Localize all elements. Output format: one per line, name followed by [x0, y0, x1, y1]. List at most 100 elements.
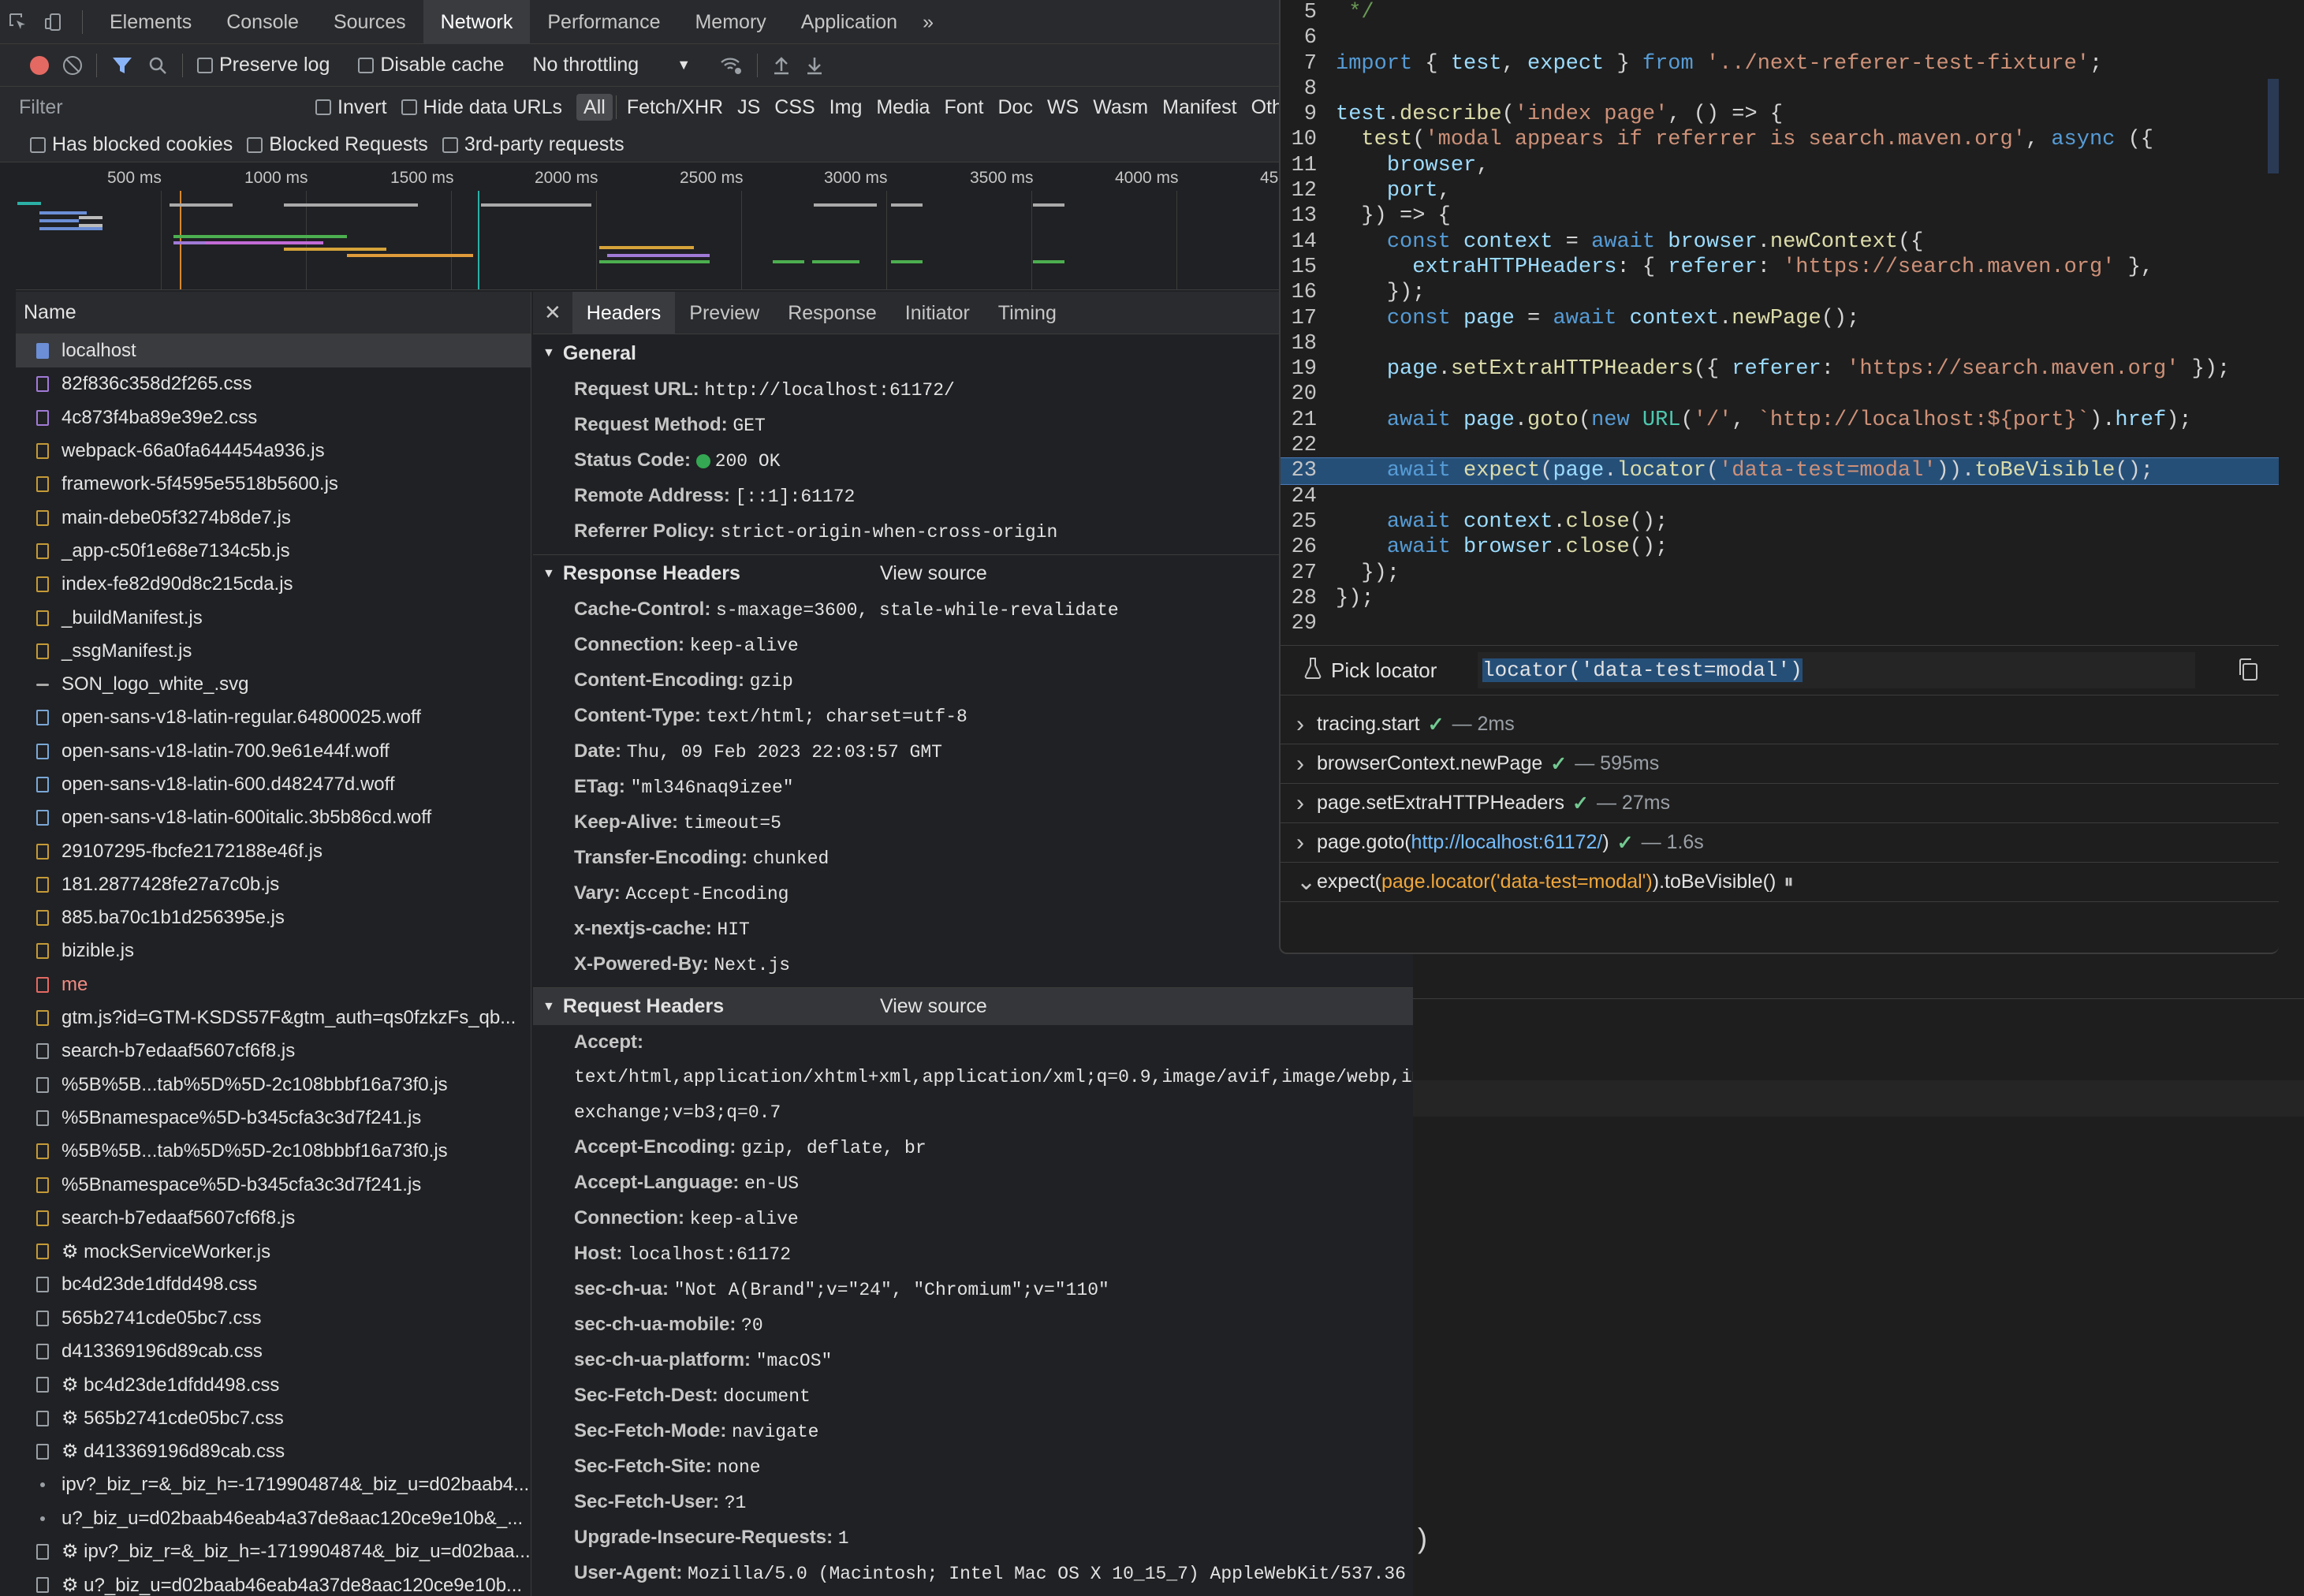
request-row[interactable]: search-b7edaaf5607cf6f8.js [16, 1202, 531, 1235]
request-row[interactable]: 82f836c358d2f265.css [16, 367, 531, 401]
request-row[interactable]: 29107295-fbcfe2172188e46f.js [16, 834, 531, 867]
third-party-checkbox[interactable]: 3rd-party requests [442, 133, 624, 156]
device-toolbar-icon[interactable] [36, 0, 73, 44]
view-source-link[interactable]: View source [880, 562, 987, 585]
filter-type-js[interactable]: JS [730, 94, 767, 121]
filter-type-fetch[interactable]: Fetch/XHR [620, 94, 730, 121]
blocked-requests-checkbox[interactable]: Blocked Requests [247, 133, 428, 156]
js-file-icon [36, 910, 49, 927]
request-row[interactable]: ipv?_biz_r=&_biz_h=-1719904874&_biz_u=d0… [16, 1468, 531, 1501]
request-row[interactable]: ⚙ bc4d23de1dfdd498.css [16, 1368, 531, 1401]
tab-network[interactable]: Network [423, 0, 531, 44]
request-headers-section-header[interactable]: ▼ Request Headers View source [533, 987, 1413, 1025]
request-row[interactable]: open-sans-v18-latin-600italic.3b5b86cd.w… [16, 801, 531, 834]
hide-data-urls-checkbox[interactable]: Hide data URLs [401, 96, 562, 119]
filter-type-media[interactable]: Media [869, 94, 937, 121]
request-row[interactable]: %5B%5B...tab%5D%5D-2c108bbbf16a73f0.js [16, 1068, 531, 1102]
inspect-element-icon[interactable] [0, 0, 36, 44]
tab-headers[interactable]: Headers [572, 291, 676, 334]
filter-input[interactable]: Filter [19, 92, 279, 122]
request-row[interactable]: webpack-66a0fa644454a936.js [16, 434, 531, 468]
action-row[interactable]: ⌄ expect(page.locator('data-test=modal'))… [1281, 863, 2279, 902]
tab-preview[interactable]: Preview [675, 292, 774, 334]
request-row[interactable]: ⚙ ipv?_biz_r=&_biz_h=-1719904874&_biz_u=… [16, 1535, 531, 1568]
has-blocked-cookies-checkbox[interactable]: Has blocked cookies [30, 133, 233, 156]
flask-icon[interactable] [1304, 657, 1322, 684]
locator-input[interactable]: locator('data-test=modal') [1478, 652, 2195, 688]
network-conditions-icon[interactable] [719, 55, 743, 76]
more-tabs-icon[interactable]: » [915, 0, 941, 44]
clear-icon[interactable] [63, 55, 82, 75]
tab-timing[interactable]: Timing [984, 292, 1071, 334]
code-line: 21 await page.goto(new URL('/', `http://… [1281, 408, 2279, 433]
action-url-link[interactable]: http://localhost:61172/ [1411, 831, 1603, 854]
action-row[interactable]: › page.setExtraHTTPHeaders ✓ — 27ms [1281, 784, 2279, 823]
tab-performance[interactable]: Performance [530, 0, 677, 44]
request-row[interactable]: me [16, 968, 531, 1001]
request-row[interactable]: open-sans-v18-latin-600.d482477d.woff [16, 768, 531, 801]
request-row[interactable]: open-sans-v18-latin-700.9e61e44f.woff [16, 735, 531, 768]
close-icon[interactable]: ✕ [533, 300, 572, 325]
request-row[interactable]: 181.2877428fe27a7c0b.js [16, 868, 531, 901]
filter-icon[interactable] [111, 55, 133, 76]
action-row[interactable]: › page.goto(http://localhost:61172/) ✓ — 1.… [1281, 823, 2279, 863]
pick-locator-label[interactable]: Pick locator [1331, 658, 1437, 683]
request-row[interactable]: index-fe82d90d8c215cda.js [16, 568, 531, 601]
request-row[interactable]: u?_biz_u=d02baab46eab4a37de8aac120ce9e10… [16, 1501, 531, 1534]
request-row[interactable]: ⚙ d413369196d89cab.css [16, 1435, 531, 1468]
request-row[interactable]: ⚙ mockServiceWorker.js [16, 1235, 531, 1268]
request-row[interactable]: 885.ba70c1b1d256395e.js [16, 901, 531, 934]
filter-type-ws[interactable]: WS [1040, 94, 1086, 121]
request-row[interactable]: 4c873f4ba89e39e2.css [16, 401, 531, 434]
request-row[interactable]: search-b7edaaf5607cf6f8.js [16, 1035, 531, 1068]
request-row[interactable]: framework-5f4595e5518b5600.js [16, 468, 531, 501]
filter-type-font[interactable]: Font [937, 94, 990, 121]
filter-type-manifest[interactable]: Manifest [1155, 94, 1243, 121]
request-row[interactable]: bc4d23de1dfdd498.css [16, 1268, 531, 1301]
request-row[interactable]: _app-c50f1e68e7134c5b.js [16, 535, 531, 568]
search-icon[interactable] [147, 55, 168, 76]
invert-checkbox[interactable]: Invert [315, 96, 387, 119]
tab-sources[interactable]: Sources [316, 0, 423, 44]
request-row[interactable]: SON_logo_white_.svg [16, 668, 531, 701]
tab-console[interactable]: Console [209, 0, 316, 44]
request-row[interactable]: main-debe05f3274b8de7.js [16, 501, 531, 534]
filter-type-img[interactable]: Img [822, 94, 870, 121]
action-row[interactable]: › browserContext.newPage ✓ — 595ms [1281, 744, 2279, 784]
request-row[interactable]: 565b2741cde05bc7.css [16, 1302, 531, 1335]
tab-memory[interactable]: Memory [677, 0, 783, 44]
request-row[interactable]: %5Bnamespace%5D-b345cfa3c3d7f241.js [16, 1168, 531, 1201]
action-row[interactable]: › tracing.start ✓ — 2ms [1281, 705, 2279, 744]
copy-icon[interactable] [2236, 657, 2260, 688]
source-code-view[interactable]: 5 */6 7 import { test, expect } from '../n… [1281, 0, 2279, 640]
export-har-icon[interactable] [805, 55, 824, 76]
tab-elements[interactable]: Elements [92, 0, 209, 44]
request-row[interactable]: ⚙ 565b2741cde05bc7.css [16, 1402, 531, 1435]
network-overview-timeline[interactable]: 500 ms 1000 ms 1500 ms 2000 ms 2500 ms 3… [16, 162, 1413, 290]
request-row[interactable]: %5B%5B...tab%5D%5D-2c108bbbf16a73f0.js [16, 1135, 531, 1168]
tab-application[interactable]: Application [784, 0, 915, 44]
request-row[interactable]: _buildManifest.js [16, 601, 531, 634]
request-row[interactable]: bizible.js [16, 934, 531, 968]
request-row[interactable]: open-sans-v18-latin-regular.64800025.wof… [16, 701, 531, 734]
request-row[interactable]: _ssgManifest.js [16, 635, 531, 668]
code-text: test.describe('index page', () => { [1336, 103, 1784, 127]
request-row[interactable]: localhost [16, 334, 531, 368]
request-row[interactable]: %5Bnamespace%5D-b345cfa3c3d7f241.js [16, 1102, 531, 1135]
disable-cache-checkbox[interactable]: Disable cache [358, 54, 504, 76]
request-row[interactable]: ⚙ u?_biz_u=d02baab46eab4a37de8aac120ce9e… [16, 1568, 531, 1596]
filter-type-wasm[interactable]: Wasm [1086, 94, 1155, 121]
tab-initiator[interactable]: Initiator [891, 292, 984, 334]
preserve-log-checkbox[interactable]: Preserve log [197, 54, 330, 76]
record-icon[interactable] [30, 55, 49, 75]
filter-type-css[interactable]: CSS [767, 94, 822, 121]
name-column-header[interactable]: Name [16, 292, 531, 334]
request-row[interactable]: gtm.js?id=GTM-KSDS57F&gtm_auth=qs0fzkzFs… [16, 1001, 531, 1035]
throttling-select[interactable]: No throttling ▼ [532, 54, 691, 76]
tab-response[interactable]: Response [774, 292, 891, 334]
import-har-icon[interactable] [772, 55, 791, 76]
filter-type-all[interactable]: All [576, 94, 613, 121]
filter-type-doc[interactable]: Doc [990, 94, 1039, 121]
request-row[interactable]: d413369196d89cab.css [16, 1335, 531, 1368]
view-source-link[interactable]: View source [880, 995, 987, 1018]
